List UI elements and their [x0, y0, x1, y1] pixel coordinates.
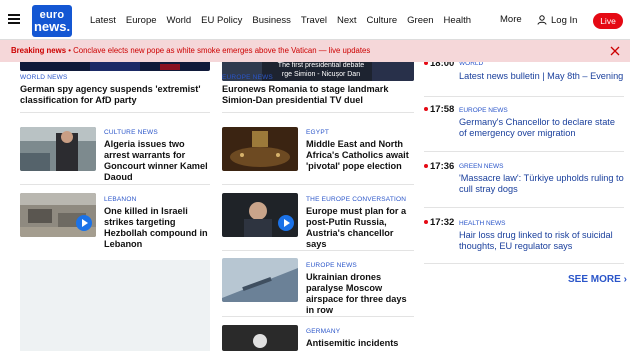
article-tag: EUROPE NEWS: [222, 74, 273, 81]
news-tag: GREEN NEWS: [459, 163, 504, 170]
login-button[interactable]: Log In: [537, 0, 577, 40]
nav-europe[interactable]: Europe: [126, 15, 157, 26]
article-thumbnail[interactable]: [222, 258, 298, 302]
play-video-icon[interactable]: [76, 215, 92, 231]
divider: [20, 112, 210, 113]
more-menu[interactable]: More: [500, 0, 522, 40]
breaking-label: Breaking news: [11, 46, 67, 55]
site-header: euro news. Latest Europe World EU Policy…: [0, 0, 630, 40]
divider: [222, 250, 414, 251]
divider: [424, 96, 624, 97]
live-dot-icon: [424, 164, 428, 169]
news-time: 17:32: [424, 217, 454, 228]
video-overlay-text: The first presidential debate rge Simion…: [266, 61, 376, 79]
euronews-logo[interactable]: euro news.: [32, 5, 72, 37]
nav-next[interactable]: Next: [337, 15, 357, 26]
close-icon[interactable]: [609, 45, 621, 57]
article-thumbnail[interactable]: [222, 127, 298, 171]
user-icon: [537, 15, 547, 25]
article-headline[interactable]: Europe must plan for a post-Putin Russia…: [306, 206, 416, 250]
article-tag: EUROPE NEWS: [306, 262, 357, 269]
main-nav: Latest Europe World EU Policy Business T…: [90, 0, 481, 40]
article-tag: THE EUROPE CONVERSATION: [306, 196, 407, 203]
euronews-homepage: euro news. Latest Europe World EU Policy…: [0, 0, 630, 351]
article-headline[interactable]: Ukrainian drones paralyse Moscow airspac…: [306, 272, 416, 316]
breaking-text: • Conclave elects new pope as white smok…: [66, 46, 371, 55]
live-dot-icon: [424, 107, 428, 112]
divider: [222, 112, 414, 113]
nav-eu-policy[interactable]: EU Policy: [201, 15, 242, 26]
divider: [222, 316, 414, 317]
live-dot-icon: [424, 220, 428, 225]
article-headline[interactable]: Middle East and North Africa's Catholics…: [306, 139, 416, 172]
article-headline[interactable]: German spy agency suspends 'extremist' c…: [20, 84, 210, 106]
see-more-link[interactable]: SEE MORE ›: [568, 274, 627, 285]
news-time: 17:36: [424, 161, 454, 172]
nav-green[interactable]: Green: [407, 15, 433, 26]
overlay-line2: rge Simion - Nicușor Dan: [281, 71, 361, 78]
article-tag: CULTURE NEWS: [104, 129, 158, 136]
news-headline[interactable]: Hair loss drug linked to risk of suicida…: [459, 230, 624, 252]
article-thumbnail[interactable]: [222, 193, 298, 237]
nav-travel[interactable]: Travel: [301, 15, 327, 26]
nav-health[interactable]: Health: [444, 15, 471, 26]
divider: [20, 184, 210, 185]
divider: [424, 263, 624, 264]
news-headline[interactable]: 'Massacre law': Türkiye upholds ruling t…: [459, 173, 624, 195]
logo-line2: news.: [33, 19, 71, 34]
news-tag: HEALTH NEWS: [459, 220, 506, 227]
article-thumbnail[interactable]: [222, 325, 298, 351]
news-headline[interactable]: Germany's Chancellor to declare state of…: [459, 117, 624, 139]
overlay-line1: The first presidential debate: [277, 62, 365, 69]
news-tag: EUROPE NEWS: [459, 107, 508, 114]
news-headline[interactable]: Latest news bulletin | May 8th – Evening: [459, 71, 624, 82]
article-headline[interactable]: Algeria issues two arrest warrants for G…: [104, 139, 212, 183]
divider: [222, 184, 414, 185]
article-headline[interactable]: Euronews Romania to stage landmark Simio…: [222, 84, 414, 106]
live-dot-icon: [424, 61, 428, 66]
nav-business[interactable]: Business: [252, 15, 291, 26]
divider: [424, 207, 624, 208]
breaking-news-banner[interactable]: Breaking news • Conclave elects new pope…: [0, 40, 630, 62]
article-thumbnail[interactable]: [20, 193, 96, 237]
login-label: Log In: [551, 14, 578, 26]
hamburger-menu-icon[interactable]: [8, 14, 20, 24]
article-tag: GERMANY: [306, 328, 341, 335]
live-button[interactable]: Live: [593, 13, 623, 29]
article-headline[interactable]: Antisemitic incidents surge: [306, 338, 416, 351]
article-tag: LEBANON: [104, 196, 137, 203]
divider: [424, 151, 624, 152]
nav-culture[interactable]: Culture: [367, 15, 398, 26]
nav-world[interactable]: World: [167, 15, 192, 26]
play-video-icon[interactable]: [278, 215, 294, 231]
nav-latest[interactable]: Latest: [90, 15, 116, 26]
chevron-right-icon: ›: [623, 274, 627, 285]
article-tag: WORLD NEWS: [20, 74, 68, 81]
article-thumbnail[interactable]: [20, 127, 96, 171]
ad-placeholder: [20, 260, 210, 351]
article-headline[interactable]: One killed in Israeli strikes targeting …: [104, 206, 212, 250]
news-time: 17:58: [424, 104, 454, 115]
article-tag: EGYPT: [306, 129, 330, 136]
